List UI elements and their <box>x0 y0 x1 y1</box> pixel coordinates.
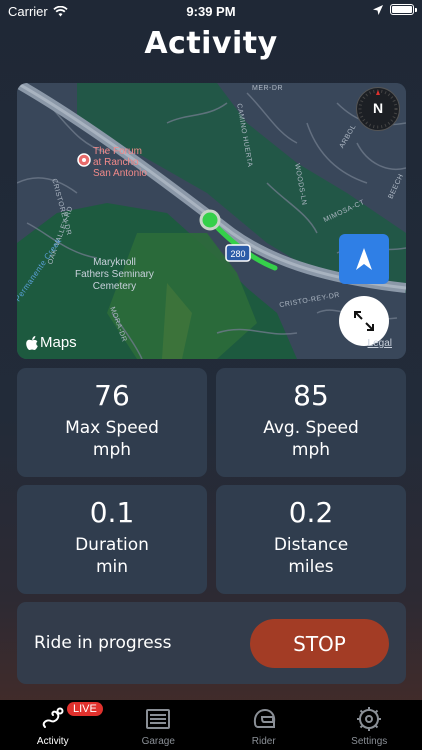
street-label: MER-DR <box>252 85 283 92</box>
tab-label: Activity <box>36 736 69 747</box>
max-speed-unit: mph <box>92 440 132 460</box>
compass-button[interactable]: N <box>356 87 400 131</box>
distance-value: 0.2 <box>288 496 334 529</box>
avg-speed-value: 85 <box>293 379 329 412</box>
compass-north-label: N <box>372 100 384 116</box>
distance-label: Distance <box>273 535 349 555</box>
ride-status-text: Ride in progress <box>34 633 172 653</box>
tab-label: Rider <box>251 736 276 747</box>
tab-label: Settings <box>351 736 388 747</box>
clock: 9:39 PM <box>186 4 236 19</box>
garage-icon <box>146 709 171 729</box>
route-map[interactable]: 280 The Forum at Rancho San Antonio Mary… <box>17 83 406 359</box>
distance-unit: miles <box>288 557 334 577</box>
legal-link[interactable]: Legal <box>368 338 392 349</box>
route-icon <box>42 707 64 728</box>
maps-attribution: Maps <box>26 334 77 351</box>
helmet-icon <box>253 708 275 728</box>
duration-value: 0.1 <box>89 496 135 529</box>
svg-text:280: 280 <box>230 249 245 259</box>
max-speed-label: Max Speed <box>65 418 159 438</box>
tab-garage[interactable]: Garage <box>106 700 212 750</box>
tab-activity[interactable]: LIVE Activity <box>0 700 106 750</box>
avg-speed-label: Avg. Speed <box>263 418 359 438</box>
recenter-button[interactable] <box>339 234 389 284</box>
max-speed-card: 76 Max Speed mph <box>17 368 207 477</box>
stop-button[interactable]: STOP <box>250 619 389 668</box>
duration-card: 0.1 Duration min <box>17 485 207 594</box>
maps-attribution-text: Maps <box>40 334 77 351</box>
avg-speed-unit: mph <box>291 440 331 460</box>
cemetery-label: Maryknoll Fathers Seminary Cemetery <box>75 257 154 292</box>
gear-icon <box>357 707 382 731</box>
battery-icon <box>390 4 417 15</box>
max-speed-value: 76 <box>94 379 130 412</box>
status-bar: Carrier 9:39 PM <box>0 0 422 24</box>
navigation-arrow-icon <box>356 248 372 270</box>
poi-label[interactable]: The Forum at Rancho San Antonio <box>93 146 147 179</box>
duration-unit: min <box>95 557 129 577</box>
duration-label: Duration <box>75 535 149 555</box>
apple-logo-icon <box>26 335 38 350</box>
avg-speed-card: 85 Avg. Speed mph <box>216 368 406 477</box>
page-title: Activity <box>144 26 278 61</box>
tab-settings[interactable]: Settings <box>317 700 422 750</box>
tab-bar: LIVE Activity Garage Rider Settings <box>0 700 422 750</box>
distance-card: 0.2 Distance miles <box>216 485 406 594</box>
location-arrow-icon <box>373 4 383 15</box>
live-badge: LIVE <box>67 702 103 716</box>
expand-icon <box>354 311 374 331</box>
tab-rider[interactable]: Rider <box>211 700 317 750</box>
tab-label: Garage <box>141 736 175 747</box>
ride-status-card: Ride in progress STOP <box>17 602 406 684</box>
